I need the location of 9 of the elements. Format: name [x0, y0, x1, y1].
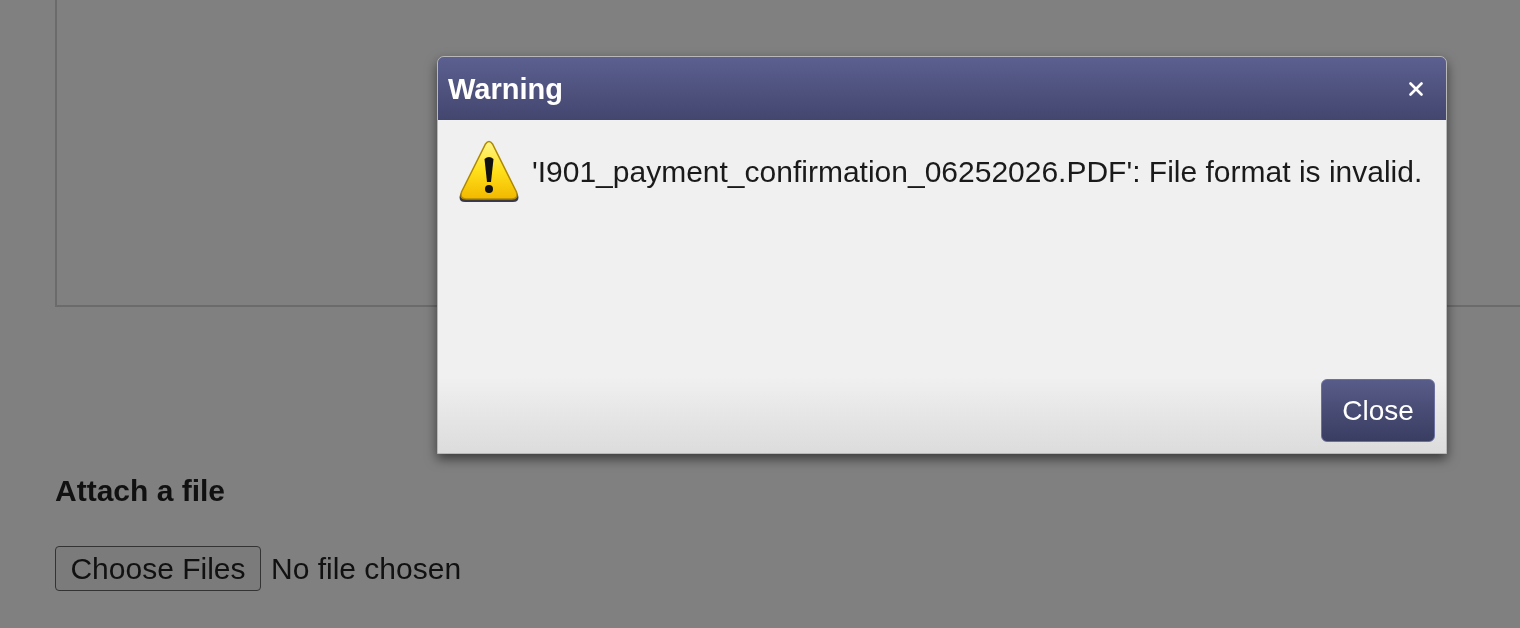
section-heading: Attach a file — [55, 474, 226, 508]
dismiss-button[interactable] — [1408, 80, 1424, 97]
close-button[interactable]: Close — [1321, 379, 1435, 442]
dialog-title: Warning — [448, 71, 563, 106]
warning-icon — [458, 140, 520, 204]
close-icon — [1409, 81, 1423, 96]
warning-message: 'I901_payment_confirmation_06252026.PDF': File format is invalid. — [532, 155, 1423, 189]
choose-files-button[interactable]: Choose Files — [55, 546, 261, 591]
file-status-text: No file chosen — [271, 551, 462, 586]
